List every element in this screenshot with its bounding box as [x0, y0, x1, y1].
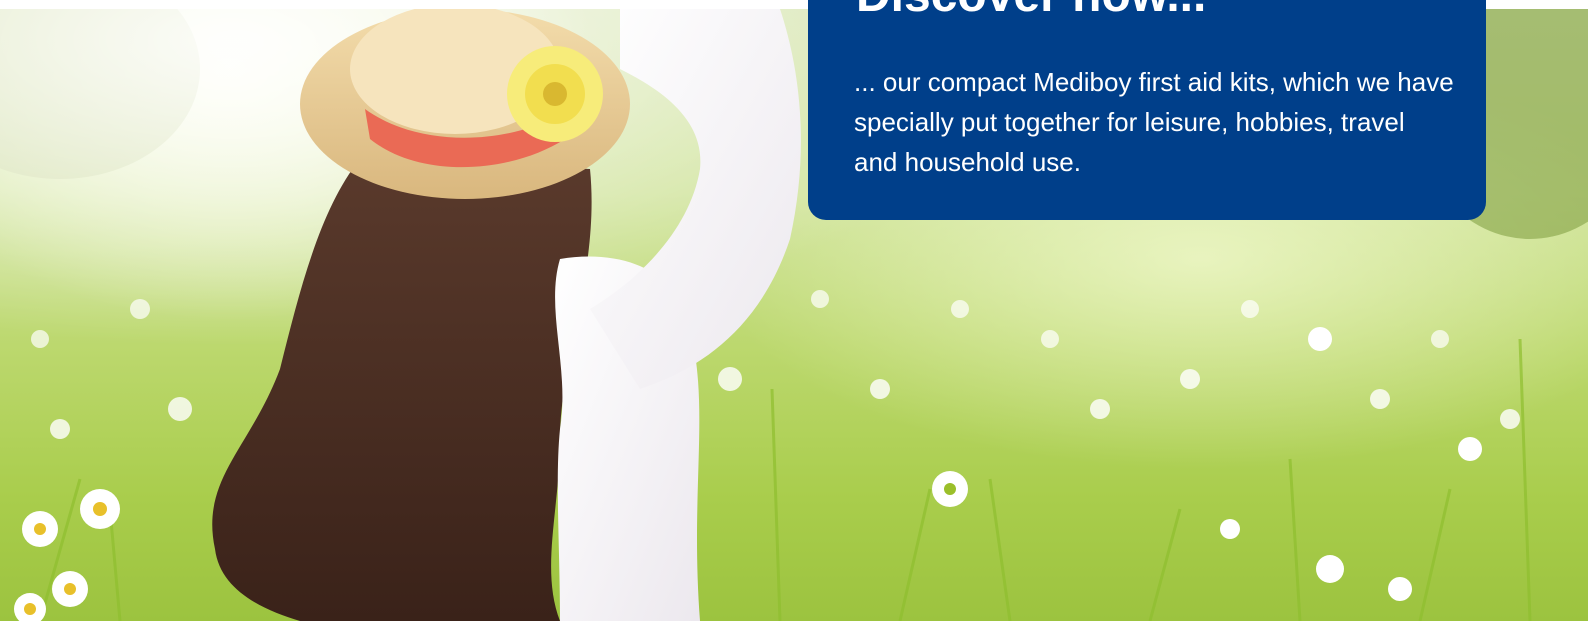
promo-title: Discover now...	[856, 0, 1206, 24]
page: Discover now... ... our compact Mediboy …	[0, 0, 1588, 621]
promo-text: ... our compact Mediboy first aid kits, …	[854, 67, 1454, 177]
promo-box: Discover now... ... our compact Mediboy …	[808, 0, 1486, 220]
hat-flower-icon	[507, 46, 603, 142]
